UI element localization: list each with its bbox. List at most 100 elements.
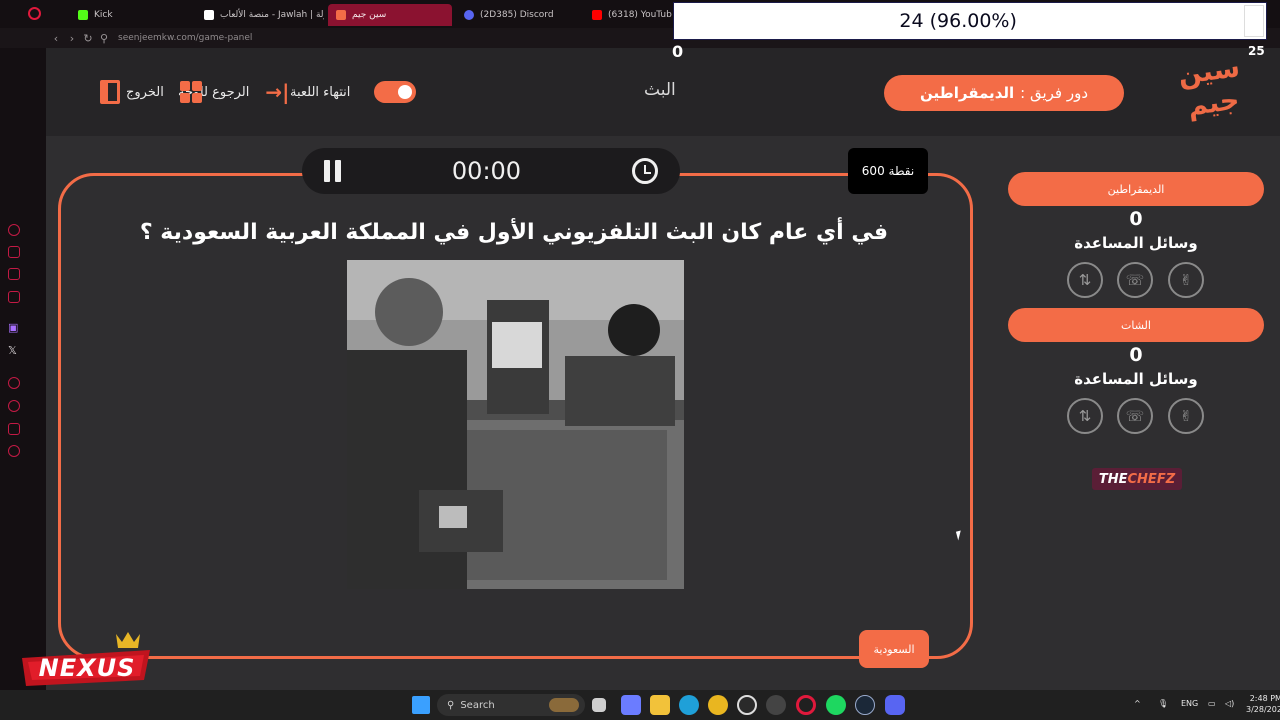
end-game-label: انتهاء اللعبة (290, 84, 351, 100)
taskbar-clock[interactable]: 2:48 PM 3/28/202 (1246, 693, 1280, 715)
screen: Kick جولة | Jawlah - منصة الألعاب سين جي… (0, 0, 1280, 720)
forward-icon[interactable]: › (64, 32, 80, 45)
tab-label: (6318) YouTube (608, 10, 672, 20)
app-icon-2[interactable] (766, 695, 786, 715)
network-icon[interactable]: ▭ (1208, 699, 1216, 708)
tab-label: جولة | Jawlah - منصة الألعاب (220, 10, 324, 20)
goal-bar-end-cap (1244, 5, 1264, 37)
clock-date: 3/28/202 (1246, 705, 1280, 714)
tab-label: (2D385) Discord (480, 10, 554, 20)
sidebar-player-icon[interactable] (8, 377, 20, 389)
sidebar-bag-icon[interactable] (8, 246, 20, 258)
steam-icon[interactable] (855, 695, 875, 715)
tab-jawlah[interactable]: جولة | Jawlah - منصة الألعاب (196, 4, 324, 26)
reset-timer-icon[interactable] (631, 158, 658, 184)
widgets-icon[interactable] (621, 695, 641, 715)
taskbar-search[interactable]: ⚲ Search (437, 694, 585, 716)
tv-broadcast-photo (347, 260, 684, 589)
search-icon: ⚲ (447, 699, 455, 711)
spotify-icon[interactable] (826, 695, 846, 715)
sidebar-extensions-icon[interactable] (8, 423, 20, 435)
microphone-icon[interactable]: 🎙 (1158, 699, 1168, 708)
donation-goal-text: 24 (96.00%) (899, 10, 1017, 32)
team-2-call-swap-icon[interactable]: ⇅ (1067, 398, 1103, 434)
team-turn-pill: دور فريق : الديمقراطين (884, 75, 1124, 111)
chevron-up-icon[interactable]: ^ (1134, 699, 1141, 708)
nexus-logo: NEXUS (16, 628, 156, 690)
question-text: في أي عام كان البث التلفزيوني الأول في ا… (139, 220, 888, 245)
url-field[interactable]: seenjeemkw.com/game-panel (118, 33, 252, 43)
team-1-call-swap-icon[interactable]: ⇅ (1067, 262, 1103, 298)
opera-gx-icon[interactable] (796, 695, 816, 715)
team-2-aids-label: وسائل المساعدة (1074, 370, 1198, 388)
tab-label: Kick (94, 10, 113, 20)
chrome-icon[interactable] (708, 695, 728, 715)
windows-taskbar: ⚲ Search ^ 🎙 ENG ▭ ◁) 2:48 PM 3/28/202 (0, 690, 1280, 720)
timer-bar: 00:00 (302, 148, 680, 194)
sidebar-messenger-icon[interactable] (8, 291, 20, 303)
team-1-score: 0 (1129, 208, 1143, 230)
tab-youtube[interactable]: (6318) YouTube (584, 4, 672, 26)
goal-end-value: 25 (1248, 44, 1265, 58)
windows-start-icon[interactable] (412, 696, 430, 714)
donation-goal-bar: 24 (96.00%) (673, 2, 1267, 40)
team-1-phone-icon[interactable]: ☏ (1117, 262, 1153, 298)
grid-icon (179, 81, 202, 103)
tab-seenjeem[interactable]: سين جيم (328, 4, 452, 26)
pause-icon[interactable] (324, 160, 341, 182)
broadcast-label: البث (644, 80, 676, 100)
reload-icon[interactable]: ↻ (80, 32, 96, 45)
youtube-icon (592, 10, 602, 20)
timer-display: 00:00 (451, 157, 522, 185)
volume-icon[interactable]: ◁) (1225, 699, 1234, 708)
twitch-icon[interactable]: ▣ (8, 321, 18, 334)
sidebar-aria-icon[interactable] (8, 224, 20, 236)
sponsor-part-1: THE (1098, 471, 1128, 487)
answer-button[interactable]: السعودية (859, 630, 929, 668)
arrow-right-bar-icon: →| (265, 80, 290, 104)
task-view-icon[interactable] (592, 698, 606, 712)
game-panel: سين جيم دور فريق : الديمقراطين البث انته… (46, 48, 1280, 690)
app-icon[interactable] (737, 695, 757, 715)
tab-kick[interactable]: Kick (70, 4, 190, 26)
exit-label: الخروج (126, 84, 164, 100)
sidebar-history-icon[interactable] (8, 400, 20, 412)
team-2-pill: الشات (1008, 308, 1264, 342)
clock-time: 2:48 PM (1249, 694, 1280, 703)
exit-button[interactable]: الخروج (100, 78, 202, 106)
team-2-phone-icon[interactable]: ☏ (1117, 398, 1153, 434)
tab-discord[interactable]: (2D385) Discord (456, 4, 584, 26)
sponsor-part-2: CHEFZ (1127, 471, 1176, 487)
edge-icon[interactable] (679, 695, 699, 715)
team-1-aids-label: وسائل المساعدة (1074, 234, 1198, 252)
team-1-pill: الديمقراطين (1008, 172, 1264, 206)
tab-label: سين جيم (352, 10, 387, 20)
jawlah-icon (204, 10, 214, 20)
back-icon[interactable]: ‹ (48, 32, 64, 45)
browser-sidebar: ▣ 𝕏 (0, 48, 46, 690)
kick-icon (78, 10, 88, 20)
opera-logo-icon[interactable] (28, 7, 41, 20)
language-indicator[interactable]: ENG (1181, 699, 1198, 708)
sidebar-settings-icon[interactable] (8, 445, 20, 457)
search-placeholder: Search (460, 699, 495, 711)
discord-taskbar-icon[interactable] (885, 695, 905, 715)
end-game-control[interactable]: انتهاء اللعبة (290, 78, 417, 106)
question-image (347, 260, 684, 589)
discord-icon (464, 10, 474, 20)
sponsor-logo: THE CHEFZ (1092, 468, 1182, 490)
site-info-icon[interactable]: ⚲ (96, 32, 112, 45)
points-badge: 600 نقطة (848, 148, 928, 194)
team-1-two-fingers-icon[interactable]: ✌ (1168, 262, 1204, 298)
search-highlight-image (549, 698, 579, 712)
seenjeem-logo: سين جيم (1171, 51, 1253, 134)
sidebar-gx-icon[interactable] (8, 268, 20, 280)
seenjeem-icon (336, 10, 346, 20)
team-2-score: 0 (1129, 344, 1143, 366)
file-explorer-icon[interactable] (650, 695, 670, 715)
x-icon[interactable]: 𝕏 (8, 344, 17, 357)
nexus-logo-text: NEXUS (38, 654, 136, 682)
turn-team-name: الديمقراطين (919, 84, 1015, 102)
end-game-toggle[interactable] (374, 81, 417, 103)
team-2-two-fingers-icon[interactable]: ✌ (1168, 398, 1204, 434)
